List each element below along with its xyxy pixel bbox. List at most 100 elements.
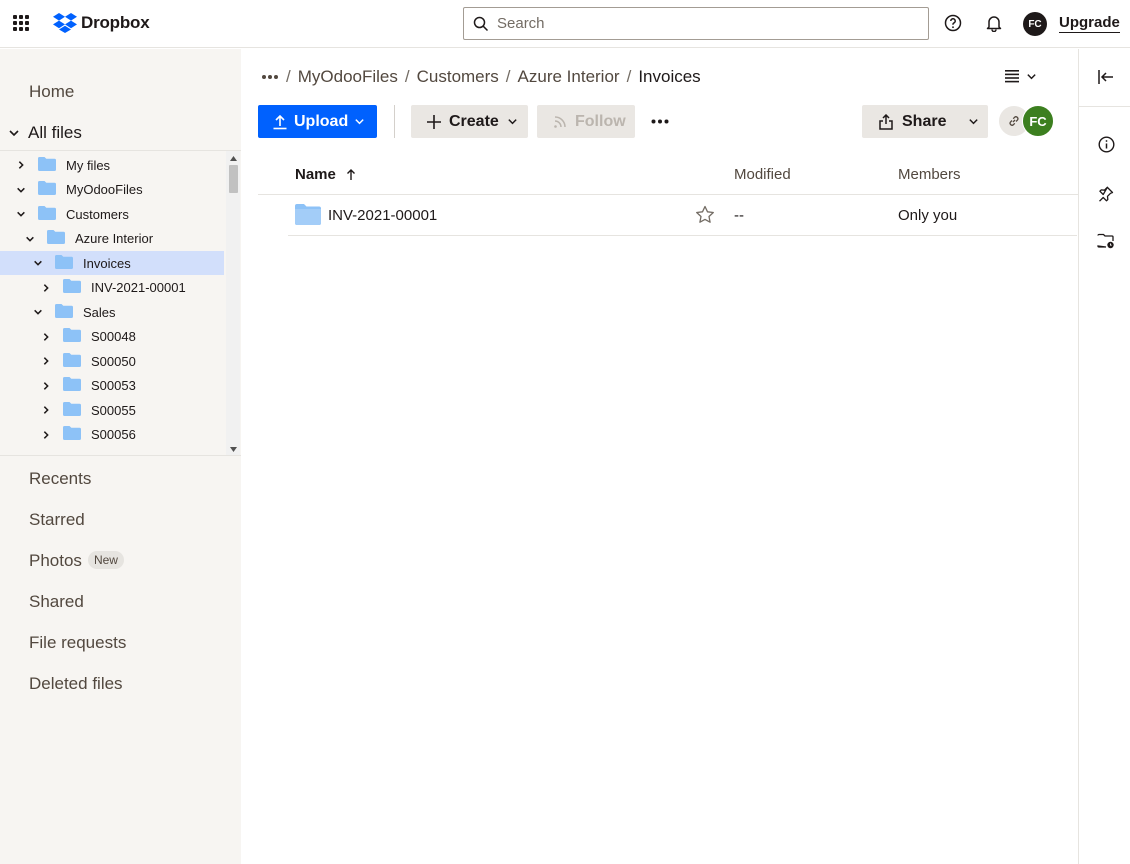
chevron-right-icon[interactable] (40, 429, 52, 441)
tree-item[interactable]: S00050 (0, 349, 224, 373)
chevron-down-icon[interactable] (32, 257, 44, 269)
upload-button[interactable]: Upload (258, 105, 377, 138)
star-icon[interactable] (695, 205, 715, 229)
folder-icon (63, 401, 81, 419)
tree-item[interactable]: Sales (0, 300, 224, 324)
column-header-members[interactable]: Members (898, 166, 961, 183)
folder-icon (63, 377, 81, 394)
tree-item-label: MyOdooFiles (66, 182, 143, 197)
more-horizontal-icon[interactable] (261, 74, 279, 80)
chevron-down-icon (1027, 73, 1036, 79)
column-header-modified[interactable]: Modified (734, 166, 791, 183)
collapse-panel-icon[interactable] (1097, 68, 1115, 86)
upload-arrow-icon (273, 114, 287, 129)
chevron-down-icon[interactable] (32, 306, 44, 318)
chevron-down-icon[interactable] (15, 208, 27, 220)
chevron-right-icon[interactable] (15, 159, 27, 171)
tree-scrollbar-thumb[interactable] (229, 165, 238, 193)
tree-item-label: Sales (83, 304, 116, 320)
folder-icon (55, 303, 73, 321)
search-input[interactable] (497, 15, 917, 32)
app-grid-icon[interactable] (13, 15, 29, 31)
member-avatar[interactable]: FC (1022, 105, 1054, 137)
file-members: Only you (898, 207, 958, 224)
folder-icon (38, 181, 56, 198)
dropbox-logo[interactable]: Dropbox (53, 13, 150, 33)
nav-file-requests[interactable]: File requests (29, 633, 126, 653)
nav-home[interactable]: Home (29, 82, 74, 102)
tree-item[interactable]: MyOdooFiles (0, 178, 224, 202)
sort-ascending-arrow-icon (346, 168, 355, 180)
folder-activity-icon[interactable] (1097, 232, 1115, 250)
breadcrumb-separator: / (286, 67, 291, 86)
breadcrumb-customers[interactable]: Customers (417, 67, 499, 87)
nav-recents[interactable]: Recents (29, 469, 91, 489)
column-header-name[interactable]: Name (295, 166, 356, 183)
file-table-header: Name Modified Members (258, 155, 1078, 195)
info-icon[interactable] (1097, 135, 1115, 153)
view-options-toggle[interactable] (1004, 69, 1037, 83)
chevron-right-icon[interactable] (40, 331, 52, 343)
share-label: Share (902, 112, 947, 130)
chevron-down-icon[interactable] (15, 184, 27, 196)
chevron-right-icon[interactable] (40, 355, 52, 367)
chevron-right-icon[interactable] (40, 404, 52, 416)
folder-icon (47, 230, 65, 247)
breadcrumb-azure-interior[interactable]: Azure Interior (518, 67, 620, 87)
share-button[interactable]: Share (862, 105, 988, 138)
toolbar-divider (394, 105, 395, 138)
tree-item[interactable]: S00048 (0, 325, 224, 349)
chevron-down-icon (968, 119, 978, 125)
table-row[interactable]: INV-2021-00001 -- Only you (288, 195, 1077, 236)
share-options-dropdown[interactable] (958, 105, 988, 138)
account-avatar[interactable]: FC (1023, 12, 1047, 36)
chevron-down-icon[interactable] (24, 233, 36, 245)
scroll-up-arrow-icon[interactable] (229, 154, 238, 162)
chevron-right-icon[interactable] (40, 282, 52, 294)
folder-icon (63, 279, 81, 296)
nav-shared[interactable]: Shared (29, 592, 84, 612)
tree-item[interactable]: S00053 (0, 374, 224, 398)
nav-starred[interactable]: Starred (29, 510, 85, 530)
tree-item[interactable]: Azure Interior (0, 227, 224, 251)
tree-item-label: Customers (66, 206, 129, 222)
search-box[interactable] (463, 7, 929, 40)
tree-item[interactable]: INV-2021-00001 (0, 276, 224, 300)
tree-item-label: S00053 (91, 378, 136, 393)
nav-photos-label: Photos (29, 551, 82, 570)
create-button[interactable]: Create (411, 105, 528, 138)
tree-item[interactable]: Invoices (0, 251, 224, 275)
pin-icon[interactable] (1097, 185, 1115, 203)
chevron-down-icon (508, 119, 517, 125)
upgrade-link[interactable]: Upgrade (1059, 14, 1120, 33)
scroll-down-arrow-icon[interactable] (229, 445, 238, 453)
more-actions-icon[interactable] (650, 113, 670, 129)
nav-deleted-files[interactable]: Deleted files (29, 674, 123, 694)
top-bar: Dropbox FC Upgrade (0, 0, 1130, 48)
column-name-label: Name (295, 166, 336, 183)
chevron-down-icon (355, 119, 364, 125)
tree-item[interactable]: Customers (0, 202, 224, 226)
follow-button[interactable]: Follow (537, 105, 635, 138)
upload-label: Upload (294, 112, 349, 130)
file-name[interactable]: INV-2021-00001 (328, 207, 437, 224)
chevron-right-icon[interactable] (40, 380, 52, 392)
folder-icon (55, 254, 73, 272)
tree-item[interactable]: S00055 (0, 398, 224, 422)
nav-photos[interactable]: Photos New (29, 551, 124, 571)
rss-feed-icon (554, 115, 566, 128)
search-icon (473, 16, 489, 31)
tree-item-label: S00050 (91, 353, 136, 369)
list-view-icon (1005, 70, 1019, 83)
nav-all-files[interactable]: All files (8, 123, 82, 143)
breadcrumb-myodoofiles[interactable]: MyOdooFiles (298, 67, 398, 87)
tree-item[interactable]: My files (0, 153, 224, 177)
help-icon[interactable] (942, 12, 964, 34)
folder-icon (63, 426, 81, 443)
create-label: Create (449, 112, 499, 130)
notifications-bell-icon[interactable] (983, 12, 1005, 34)
tree-item[interactable]: S00056 (0, 423, 224, 447)
tree-scrollbar-track[interactable] (226, 151, 240, 455)
nav-all-files-label: All files (28, 123, 82, 142)
new-badge: New (87, 551, 124, 569)
